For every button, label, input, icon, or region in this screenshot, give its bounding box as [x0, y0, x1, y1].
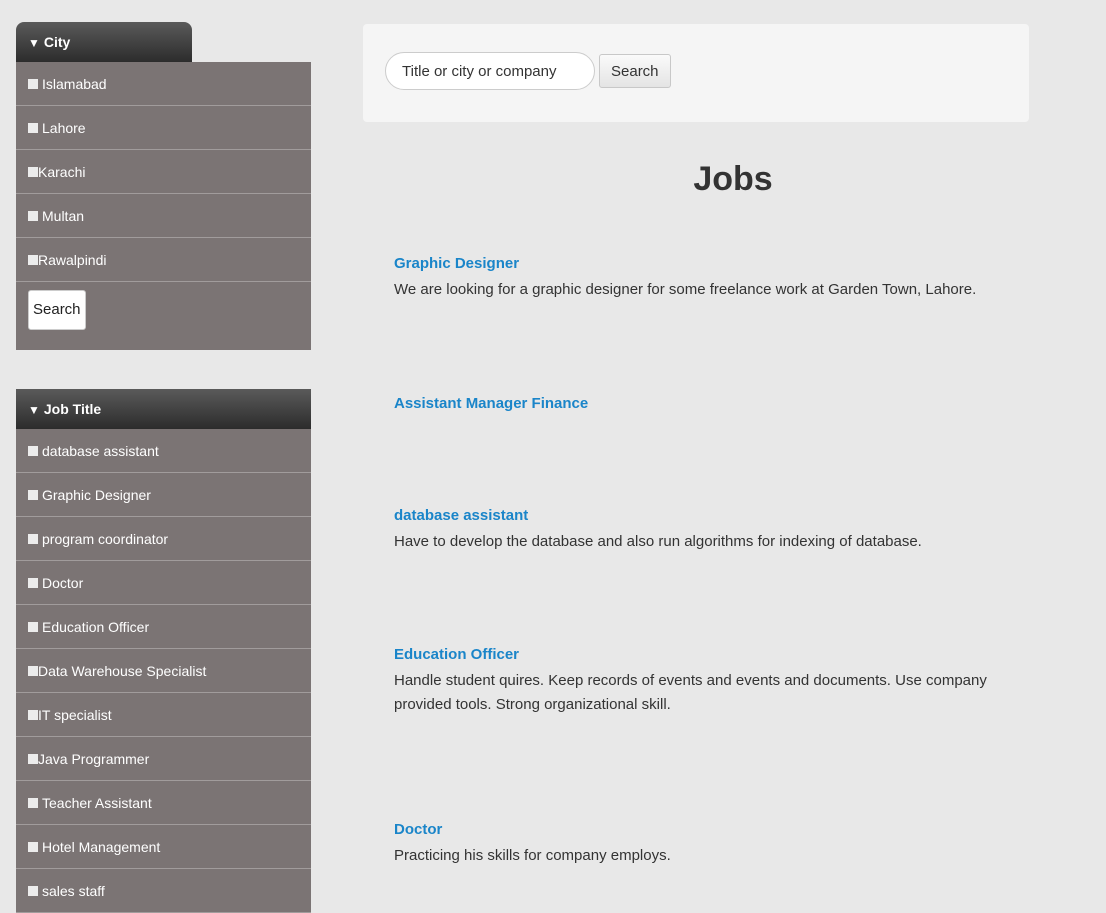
checkbox[interactable]: [28, 578, 38, 589]
city-item-label: Rawalpindi: [38, 252, 107, 268]
job-title-filter-title: Job Title: [43, 401, 102, 417]
job-title-filter-body: database assistant Graphic Designer prog…: [16, 429, 311, 913]
checkbox[interactable]: [28, 842, 38, 853]
city-item-rawalpindi[interactable]: Rawalpindi: [16, 238, 311, 282]
job-title-item-label: Doctor: [42, 575, 84, 591]
job-title-link[interactable]: Graphic Designer: [394, 255, 1024, 272]
city-item-label: Islamabad: [42, 76, 107, 92]
checkbox[interactable]: [28, 446, 38, 457]
job-title-item-label: Data Warehouse Specialist: [38, 663, 207, 679]
checkbox[interactable]: [28, 255, 38, 266]
job-title-link[interactable]: database assistant: [394, 507, 1024, 524]
job-title-item[interactable]: program coordinator: [16, 517, 311, 561]
job-title-link[interactable]: Doctor: [394, 821, 1024, 838]
checkbox[interactable]: [28, 167, 38, 178]
job-title-filter-panel: ▼ Job Title database assistant Graphic De…: [16, 389, 311, 913]
city-item-label: Lahore: [42, 120, 86, 136]
job-title-item-label: database assistant: [42, 443, 159, 459]
job-title-item[interactable]: IT specialist: [16, 693, 311, 737]
search-button[interactable]: Search: [599, 54, 671, 88]
job-description: Handle student quires. Keep records of e…: [394, 672, 987, 713]
search-bar: Search: [363, 24, 1029, 122]
checkbox[interactable]: [28, 666, 38, 677]
city-filter-title: City: [43, 34, 71, 50]
job-title-item[interactable]: Education Officer: [16, 605, 311, 649]
job-title-item[interactable]: Teacher Assistant: [16, 781, 311, 825]
job-title-item-label: Teacher Assistant: [42, 795, 152, 811]
job-description: Have to develop the database and also ru…: [394, 533, 922, 550]
city-item-multan[interactable]: Multan: [16, 194, 311, 238]
job-title-item[interactable]: Data Warehouse Specialist: [16, 649, 311, 693]
checkbox[interactable]: [28, 798, 38, 809]
job-listing: Doctor Practicing his skills for company…: [394, 821, 1024, 868]
job-title-item[interactable]: Graphic Designer: [16, 473, 311, 517]
city-item-karachi[interactable]: Karachi: [16, 150, 311, 194]
job-title-link[interactable]: Education Officer: [394, 646, 1024, 663]
city-filter-header[interactable]: ▼ City: [16, 22, 192, 62]
job-title-item[interactable]: Java Programmer: [16, 737, 311, 781]
city-item-label: Karachi: [38, 164, 86, 180]
job-title-item-label: sales staff: [42, 883, 105, 899]
city-item-lahore[interactable]: Lahore: [16, 106, 311, 150]
checkbox[interactable]: [28, 123, 38, 134]
city-filter-panel: ▼ City Islamabad Lahore Karachi Multan Ra…: [16, 22, 311, 350]
job-description: We are looking for a graphic designer fo…: [394, 281, 977, 298]
job-listing: Assistant Manager Finance: [394, 395, 1024, 418]
city-item-label: Multan: [42, 208, 85, 224]
job-title-item-label: program coordinator: [42, 531, 169, 547]
job-title-link[interactable]: Assistant Manager Finance: [394, 395, 1024, 412]
job-title-item[interactable]: Doctor: [16, 561, 311, 605]
checkbox[interactable]: [28, 79, 38, 90]
job-listing: database assistant Have to develop the d…: [394, 507, 1024, 554]
checkbox[interactable]: [28, 211, 38, 222]
page-title: Jobs: [693, 160, 773, 198]
checkbox[interactable]: [28, 710, 38, 721]
city-item-islamabad[interactable]: Islamabad: [16, 62, 311, 106]
collapse-triangle-icon: ▼: [28, 403, 40, 417]
job-title-item-label: IT specialist: [38, 707, 112, 723]
checkbox[interactable]: [28, 490, 38, 501]
job-title-item[interactable]: database assistant: [16, 429, 311, 473]
job-listing: Graphic Designer We are looking for a gr…: [394, 255, 1024, 302]
collapse-triangle-icon: ▼: [28, 36, 40, 50]
city-search-wrap: Search: [16, 282, 311, 350]
search-input[interactable]: [385, 52, 595, 90]
job-title-item[interactable]: Hotel Management: [16, 825, 311, 869]
job-listing: Education Officer Handle student quires.…: [394, 646, 1024, 717]
job-description: Practicing his skills for company employ…: [394, 847, 671, 864]
job-title-item[interactable]: sales staff: [16, 869, 311, 913]
city-filter-body: Islamabad Lahore Karachi Multan Rawalpin…: [16, 62, 311, 350]
job-title-item-label: Graphic Designer: [42, 487, 151, 503]
job-title-item-label: Education Officer: [42, 619, 150, 635]
checkbox[interactable]: [28, 886, 38, 897]
checkbox[interactable]: [28, 622, 38, 633]
job-title-item-label: Hotel Management: [42, 839, 161, 855]
city-search-button[interactable]: Search: [28, 290, 86, 330]
checkbox[interactable]: [28, 754, 38, 765]
job-title-item-label: Java Programmer: [38, 751, 150, 767]
checkbox[interactable]: [28, 534, 38, 545]
job-title-filter-header[interactable]: ▼ Job Title: [16, 389, 311, 429]
